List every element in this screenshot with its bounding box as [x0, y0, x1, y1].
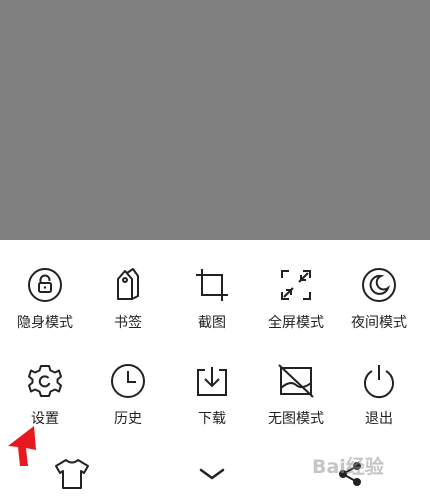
- menu-item-label: 书签: [114, 315, 142, 331]
- bookmark-tag-icon: [109, 266, 147, 304]
- menu-item-label: 夜间模式: [351, 315, 407, 331]
- menu-item-night-mode[interactable]: 夜间模式: [336, 266, 422, 342]
- menu-item-label: 历史: [114, 411, 142, 427]
- no-image-icon: [277, 362, 315, 400]
- crop-icon: [193, 266, 231, 304]
- menu-item-label: 全屏模式: [268, 315, 324, 331]
- menu-item-incognito[interactable]: 隐身模式: [2, 266, 88, 342]
- menu-item-fullscreen[interactable]: 全屏模式: [253, 266, 339, 342]
- theme-button[interactable]: [52, 456, 92, 492]
- dimmed-page-overlay[interactable]: [0, 0, 430, 240]
- menu-item-history[interactable]: 历史: [85, 362, 171, 438]
- menu-item-bookmarks[interactable]: 书签: [85, 266, 171, 342]
- clock-icon: [109, 362, 147, 400]
- collapse-menu-button[interactable]: [192, 456, 232, 492]
- power-icon: [360, 362, 398, 400]
- menu-item-downloads[interactable]: 下载: [169, 362, 255, 438]
- menu-item-screenshot[interactable]: 截图: [169, 266, 255, 342]
- menu-item-label: 隐身模式: [17, 315, 73, 331]
- menu-item-label: 截图: [198, 315, 226, 331]
- chevron-down-icon: [197, 466, 227, 482]
- menu-item-label: 无图模式: [268, 411, 324, 427]
- red-arrow-annotation-icon: [4, 424, 38, 468]
- download-icon: [193, 362, 231, 400]
- menu-item-label: 退出: [365, 411, 393, 427]
- moon-icon: [360, 266, 398, 304]
- watermark: Bai经验: [312, 456, 384, 478]
- tshirt-icon: [53, 457, 91, 491]
- menu-item-label: 下载: [198, 411, 226, 427]
- incognito-lock-icon: [26, 266, 64, 304]
- gear-icon: [26, 362, 64, 400]
- browser-menu-screen: 隐身模式 书签 截图 全屏模式 夜间模式 设置 历史 下载 无图模式 退出 Ba…: [0, 0, 430, 500]
- menu-item-no-image-mode[interactable]: 无图模式: [253, 362, 339, 438]
- fullscreen-icon: [277, 266, 315, 304]
- menu-item-exit[interactable]: 退出: [336, 362, 422, 438]
